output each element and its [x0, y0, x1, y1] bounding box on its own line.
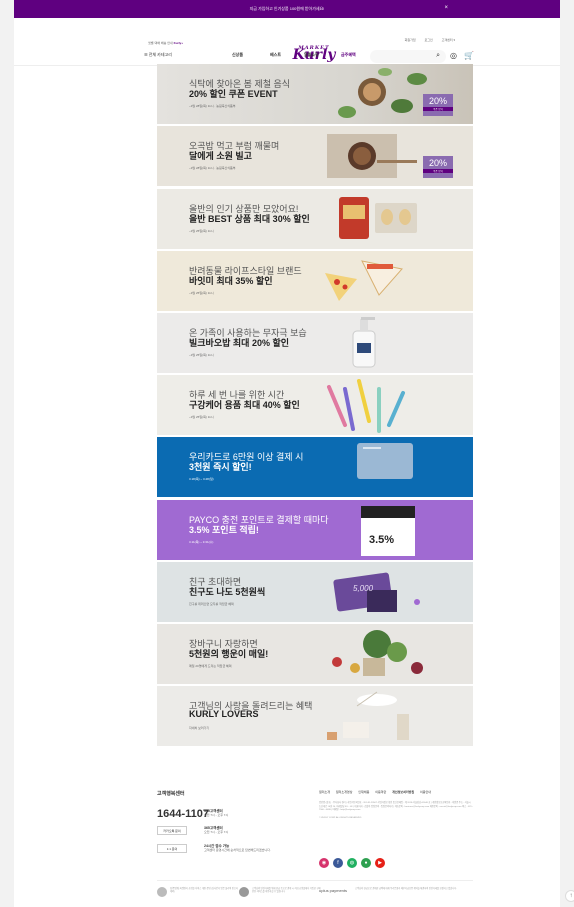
kakao-hours: 365고객센터 오전 7시 - 오후 7시 [204, 826, 228, 834]
banner-cart-brag[interactable]: 장바구니 자랑하면 5천원의 행운이 매일! 매일 20명에게 드리는 적립금 … [157, 624, 473, 684]
banner-title-2: KURLY LOVERS [189, 709, 259, 719]
cart-icon[interactable]: 🛒 [464, 51, 474, 60]
naver-blog-icon[interactable]: ◍ [347, 858, 357, 868]
kakao-hours-text: 오전 7시 - 오후 7시 [204, 830, 229, 834]
badge-percent: 20% [428, 96, 447, 106]
banner-title-2: 5천원의 행운이 매일! [189, 649, 269, 659]
inquiry-hours-text: 고객센터 운영시간에 순차적으로 답변해드리겠습니다. [204, 848, 271, 852]
facebook-icon[interactable]: f [333, 858, 343, 868]
copyright: © KURLY CORP. ALL RIGHTS RESERVED [319, 816, 362, 819]
scroll-top-button[interactable]: ↑ [565, 890, 574, 902]
isms-icon [157, 887, 167, 897]
banner-title-2: 3.5% 포인트 적립! [189, 525, 259, 535]
banner-title-2: 달에게 소원 빌고 [189, 151, 252, 161]
banner-title-2: 구강케어 용품 최대 40% 할인 [189, 400, 300, 410]
invite-card-amount: 5,000 [353, 584, 374, 593]
banner-period: ~3월 25일(목) 11시 [189, 353, 214, 357]
badge-coupon[interactable]: 쿠폰 받기 [423, 169, 453, 173]
banner-period: ~3월 28일(목) 11시 · 농림축산식품부 [189, 104, 236, 108]
footer-link-about[interactable]: 컬리소개 [319, 790, 330, 794]
search-icon[interactable]: ⌕ [436, 52, 440, 60]
banner-title-2: 빌크바오밥 최대 20% 할인 [189, 338, 290, 348]
company-info: 법인명 (상호) : 주식회사 컬리 | 사업자등록번호 : 261-81-23… [319, 802, 473, 820]
login-link[interactable]: 로그인 [424, 38, 432, 42]
delivery-info[interactable]: 샛별·택배 배송 안내 Kurly+ [148, 41, 183, 45]
search-input[interactable]: ⌕ [370, 50, 446, 63]
footer-link-careers[interactable]: 인재채용 [358, 790, 369, 794]
footer-link-privacy[interactable]: 개인정보처리방침 [392, 790, 414, 794]
banner-period: ~3월 28일(목) 11시 · 농림축산식품부 [189, 166, 236, 170]
nav-best[interactable]: 베스트 [270, 52, 281, 58]
banner-title-2: 20% 할인 쿠폰 EVENT [189, 89, 278, 99]
top-promo-bar[interactable]: 지금 가입하고 인기상품 100원에 받아가세요! × [14, 0, 560, 18]
banner-title-2: 친구도 나도 5천원씩 [189, 587, 266, 597]
nav-saving[interactable]: 알뜰쇼핑 [304, 52, 319, 58]
banner-title-2: 바잇미 최대 35% 할인 [189, 276, 273, 286]
banner-biteme[interactable]: 반려동물 라이프스타일 브랜드 바잇미 최대 35% 할인 ~3월 25일(목)… [157, 251, 473, 311]
customer-center-link[interactable]: 고객센터 ▾ [442, 38, 455, 42]
payco-badge: 3.5% [369, 534, 395, 546]
banner-title-2: 올반 BEST 상품 최대 30% 할인 [189, 214, 310, 224]
banner-oral-care[interactable]: 하루 세 번 나를 위한 시간 구강케어 용품 최대 40% 할인 ~3월 25… [157, 375, 473, 435]
footer-link-guide[interactable]: 이용안내 [420, 790, 431, 794]
phone-hours-text: 오전 7시 - 오후 7시 [204, 813, 229, 817]
banner-olban[interactable]: 올반의 인기 상품만 모았어요! 올반 BEST 상품 최대 30% 할인 ~3… [157, 189, 473, 249]
top-promo-text[interactable]: 지금 가입하고 인기상품 100원에 받아가세요! [250, 6, 325, 12]
banner-period: ~3월 25일(목) 11시 [189, 415, 214, 419]
kakao-inquiry-button[interactable]: 카카오톡 문의 [157, 826, 187, 835]
footer-link-video[interactable]: 컬리소개영상 [336, 790, 353, 794]
nav-benefit[interactable]: 금주혜택 [341, 52, 356, 58]
certifications: [인증범위] 마켓컬리 쇼핑몰 서비스 개발·운영 (심사받지 않은 물리적 인… [157, 880, 473, 900]
banner-payco[interactable]: PAYCO 충전 포인트로 결제할 때마다 3.5% 포인트 적립! 3.11(… [157, 500, 473, 560]
banner-period: 매일 20명에게 드리는 적립금 혜택 [189, 664, 232, 668]
all-categories-button[interactable]: ☰ 전체 카테고리 [144, 52, 172, 58]
company-info-text: 법인명 (상호) : 주식회사 컬리 | 사업자등록번호 : 261-81-23… [319, 802, 473, 812]
badge-percent: 20% [428, 158, 447, 168]
naver-post-icon[interactable]: ● [361, 858, 371, 868]
banner-bilk-baobab[interactable]: 온 가족이 사용하는 무자극 보습 빌크바오밥 최대 20% 할인 ~3월 25… [157, 313, 473, 373]
phone-hours: 365고객센터 오전 7시 - 오후 7시 [204, 809, 228, 817]
youtube-icon[interactable]: ▶ [375, 858, 385, 868]
banner-period: 3.18(목) ~ 3.28(일) [189, 477, 214, 481]
uplus-text: 고객님이 현금으로 결제한 금액에 대해 우리은행과 채무지급보증 계약을 체결… [355, 888, 457, 890]
uplus-logo: uplus payments [319, 888, 348, 893]
page: 지금 가입하고 인기상품 100원에 받아가세요! × 샛별·택배 배송 안내 … [14, 0, 560, 907]
footer-links: 컬리소개 컬리소개영상 인재채용 이용약관 개인정보처리방침 이용안내 [319, 790, 436, 794]
user-menu: 회원가입 로그인 고객센터 ▾ [397, 38, 455, 42]
nav-new[interactable]: 신상품 [232, 52, 243, 58]
footer-link-terms[interactable]: 이용약관 [375, 790, 386, 794]
escrow-icon [239, 887, 249, 897]
banner-kurly-lovers[interactable]: 고객님의 사랑을 돌려드리는 혜택 KURLY LOVERS 자세히 보러가기 [157, 686, 473, 746]
badge-coupon[interactable]: 쿠폰 받기 [423, 107, 453, 111]
banner-spring-food[interactable]: 식탁에 찾아온 봄 제철 음식 20% 할인 쿠폰 EVENT ~3월 28일(… [157, 64, 473, 124]
signup-link[interactable]: 회원가입 [405, 38, 416, 42]
banner-period: 3.11(목) ~ 3.31(수) [189, 540, 214, 544]
inquiry-hours: 24시간 접수 가능 고객센터 운영시간에 순차적으로 답변해드리겠습니다. [204, 844, 314, 852]
discount-badge[interactable]: 20% 쿠폰 받기 [423, 94, 453, 116]
instagram-icon[interactable]: ◉ [319, 858, 329, 868]
banner-daeboreum[interactable]: 오곡밥 먹고 부럼 깨물며 달에게 소원 빌고 ~3월 28일(목) 11시 ·… [157, 126, 473, 186]
social-links: ◉ f ◍ ● ▶ [319, 858, 385, 868]
escrow-text: 고객님의 안전거래를 위해 현금 등으로 결제 시 저희 쇼핑몰에서 가입한 구… [252, 888, 321, 894]
banner-woori-card[interactable]: 우리카드로 6만원 이상 결제 시 3천원 즉시 할인! 3.18(목) ~ 3… [157, 437, 473, 497]
close-icon[interactable]: × [444, 5, 448, 11]
banner-link[interactable]: 자세히 보러가기 [189, 726, 209, 730]
banner-period: ~3월 25일(목) 11시 [189, 291, 214, 295]
location-icon[interactable]: ◎ [450, 51, 457, 60]
cs-title: 고객행복센터 [157, 791, 185, 797]
banner-period: 친구를 데려오면 모두를 적립금 혜택 [189, 602, 234, 606]
cs-phone: 1644-1107 [157, 808, 209, 820]
isms-text: [인증범위] 마켓컬리 쇼핑몰 서비스 개발·운영 (심사받지 않은 물리적 인… [170, 888, 238, 894]
banner-title-2: 3천원 즉시 할인! [189, 462, 252, 472]
delivery-text[interactable]: 샛별·택배 배송 안내 [148, 41, 173, 45]
one-to-one-inquiry-button[interactable]: 1:1 문의 [157, 844, 187, 853]
delivery-brand[interactable]: Kurly+ [174, 41, 183, 45]
banner-invite-friend[interactable]: 5,000 친구 초대하면 친구도 나도 5천원씩 친구를 데려오면 모두를 적… [157, 562, 473, 622]
banner-period: ~3월 25일(목) 11시 [189, 229, 214, 233]
discount-badge[interactable]: 20% 쿠폰 받기 [423, 156, 453, 178]
